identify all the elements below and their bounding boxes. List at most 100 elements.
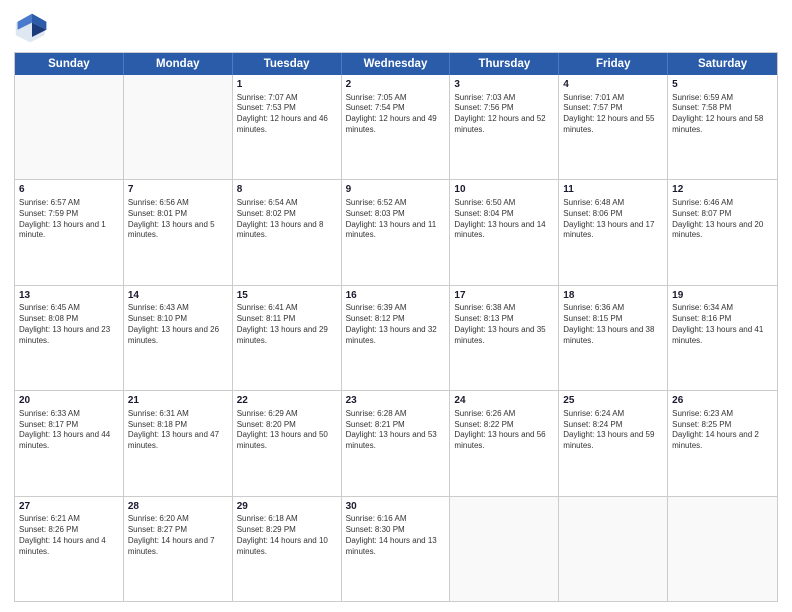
calendar-cell: 3Sunrise: 7:03 AM Sunset: 7:56 PM Daylig… [450,75,559,179]
calendar-cell [15,75,124,179]
calendar-cell: 5Sunrise: 6:59 AM Sunset: 7:58 PM Daylig… [668,75,777,179]
cal-header-sunday: Sunday [15,53,124,75]
cell-info: Sunrise: 6:38 AM Sunset: 8:13 PM Dayligh… [454,303,554,346]
day-number: 5 [672,78,773,92]
cell-info: Sunrise: 7:01 AM Sunset: 7:57 PM Dayligh… [563,93,663,136]
day-number: 3 [454,78,554,92]
day-number: 26 [672,394,773,408]
day-number: 21 [128,394,228,408]
cell-info: Sunrise: 6:48 AM Sunset: 8:06 PM Dayligh… [563,198,663,241]
calendar-cell: 21Sunrise: 6:31 AM Sunset: 8:18 PM Dayli… [124,391,233,495]
calendar-cell: 18Sunrise: 6:36 AM Sunset: 8:15 PM Dayli… [559,286,668,390]
cell-info: Sunrise: 6:45 AM Sunset: 8:08 PM Dayligh… [19,303,119,346]
day-number: 18 [563,289,663,303]
calendar-cell [450,497,559,601]
day-number: 16 [346,289,446,303]
calendar-cell: 14Sunrise: 6:43 AM Sunset: 8:10 PM Dayli… [124,286,233,390]
cell-info: Sunrise: 6:36 AM Sunset: 8:15 PM Dayligh… [563,303,663,346]
calendar-cell: 9Sunrise: 6:52 AM Sunset: 8:03 PM Daylig… [342,180,451,284]
cal-header-tuesday: Tuesday [233,53,342,75]
cell-info: Sunrise: 7:03 AM Sunset: 7:56 PM Dayligh… [454,93,554,136]
day-number: 29 [237,500,337,514]
day-number: 2 [346,78,446,92]
cell-info: Sunrise: 6:21 AM Sunset: 8:26 PM Dayligh… [19,514,119,557]
cell-info: Sunrise: 6:31 AM Sunset: 8:18 PM Dayligh… [128,409,228,452]
calendar-cell: 2Sunrise: 7:05 AM Sunset: 7:54 PM Daylig… [342,75,451,179]
cell-info: Sunrise: 6:50 AM Sunset: 8:04 PM Dayligh… [454,198,554,241]
cell-info: Sunrise: 6:18 AM Sunset: 8:29 PM Dayligh… [237,514,337,557]
day-number: 27 [19,500,119,514]
calendar-week-4: 20Sunrise: 6:33 AM Sunset: 8:17 PM Dayli… [15,391,777,496]
cal-header-friday: Friday [559,53,668,75]
calendar-cell [668,497,777,601]
day-number: 19 [672,289,773,303]
cell-info: Sunrise: 6:39 AM Sunset: 8:12 PM Dayligh… [346,303,446,346]
day-number: 25 [563,394,663,408]
day-number: 15 [237,289,337,303]
cell-info: Sunrise: 6:16 AM Sunset: 8:30 PM Dayligh… [346,514,446,557]
calendar-week-5: 27Sunrise: 6:21 AM Sunset: 8:26 PM Dayli… [15,497,777,601]
cell-info: Sunrise: 6:54 AM Sunset: 8:02 PM Dayligh… [237,198,337,241]
day-number: 24 [454,394,554,408]
calendar-week-2: 6Sunrise: 6:57 AM Sunset: 7:59 PM Daylig… [15,180,777,285]
cell-info: Sunrise: 6:43 AM Sunset: 8:10 PM Dayligh… [128,303,228,346]
cal-header-monday: Monday [124,53,233,75]
cell-info: Sunrise: 6:59 AM Sunset: 7:58 PM Dayligh… [672,93,773,136]
calendar-cell: 15Sunrise: 6:41 AM Sunset: 8:11 PM Dayli… [233,286,342,390]
cell-info: Sunrise: 6:56 AM Sunset: 8:01 PM Dayligh… [128,198,228,241]
calendar-cell: 11Sunrise: 6:48 AM Sunset: 8:06 PM Dayli… [559,180,668,284]
day-number: 23 [346,394,446,408]
day-number: 12 [672,183,773,197]
day-number: 28 [128,500,228,514]
cell-info: Sunrise: 6:26 AM Sunset: 8:22 PM Dayligh… [454,409,554,452]
calendar-week-3: 13Sunrise: 6:45 AM Sunset: 8:08 PM Dayli… [15,286,777,391]
cell-info: Sunrise: 6:52 AM Sunset: 8:03 PM Dayligh… [346,198,446,241]
cal-header-wednesday: Wednesday [342,53,451,75]
calendar-cell: 29Sunrise: 6:18 AM Sunset: 8:29 PM Dayli… [233,497,342,601]
cell-info: Sunrise: 6:20 AM Sunset: 8:27 PM Dayligh… [128,514,228,557]
calendar-cell: 24Sunrise: 6:26 AM Sunset: 8:22 PM Dayli… [450,391,559,495]
logo [14,10,54,46]
calendar-cell: 1Sunrise: 7:07 AM Sunset: 7:53 PM Daylig… [233,75,342,179]
cell-info: Sunrise: 6:29 AM Sunset: 8:20 PM Dayligh… [237,409,337,452]
calendar-cell: 20Sunrise: 6:33 AM Sunset: 8:17 PM Dayli… [15,391,124,495]
calendar-cell: 19Sunrise: 6:34 AM Sunset: 8:16 PM Dayli… [668,286,777,390]
cell-info: Sunrise: 6:33 AM Sunset: 8:17 PM Dayligh… [19,409,119,452]
calendar-cell: 23Sunrise: 6:28 AM Sunset: 8:21 PM Dayli… [342,391,451,495]
calendar-cell [559,497,668,601]
calendar-header-row: SundayMondayTuesdayWednesdayThursdayFrid… [15,53,777,75]
calendar-cell: 16Sunrise: 6:39 AM Sunset: 8:12 PM Dayli… [342,286,451,390]
cal-header-thursday: Thursday [450,53,559,75]
calendar-cell: 25Sunrise: 6:24 AM Sunset: 8:24 PM Dayli… [559,391,668,495]
calendar-cell: 30Sunrise: 6:16 AM Sunset: 8:30 PM Dayli… [342,497,451,601]
page: SundayMondayTuesdayWednesdayThursdayFrid… [0,0,792,612]
logo-icon [14,10,50,46]
calendar-cell: 7Sunrise: 6:56 AM Sunset: 8:01 PM Daylig… [124,180,233,284]
header [14,10,778,46]
cell-info: Sunrise: 6:23 AM Sunset: 8:25 PM Dayligh… [672,409,773,452]
calendar-cell: 4Sunrise: 7:01 AM Sunset: 7:57 PM Daylig… [559,75,668,179]
day-number: 11 [563,183,663,197]
day-number: 14 [128,289,228,303]
day-number: 10 [454,183,554,197]
day-number: 7 [128,183,228,197]
cell-info: Sunrise: 6:34 AM Sunset: 8:16 PM Dayligh… [672,303,773,346]
calendar-body: 1Sunrise: 7:07 AM Sunset: 7:53 PM Daylig… [15,75,777,601]
day-number: 13 [19,289,119,303]
calendar: SundayMondayTuesdayWednesdayThursdayFrid… [14,52,778,602]
day-number: 6 [19,183,119,197]
day-number: 30 [346,500,446,514]
day-number: 9 [346,183,446,197]
calendar-cell: 13Sunrise: 6:45 AM Sunset: 8:08 PM Dayli… [15,286,124,390]
day-number: 1 [237,78,337,92]
day-number: 4 [563,78,663,92]
calendar-cell: 27Sunrise: 6:21 AM Sunset: 8:26 PM Dayli… [15,497,124,601]
calendar-cell: 28Sunrise: 6:20 AM Sunset: 8:27 PM Dayli… [124,497,233,601]
day-number: 20 [19,394,119,408]
cell-info: Sunrise: 6:46 AM Sunset: 8:07 PM Dayligh… [672,198,773,241]
calendar-cell: 26Sunrise: 6:23 AM Sunset: 8:25 PM Dayli… [668,391,777,495]
calendar-cell: 17Sunrise: 6:38 AM Sunset: 8:13 PM Dayli… [450,286,559,390]
calendar-cell: 8Sunrise: 6:54 AM Sunset: 8:02 PM Daylig… [233,180,342,284]
calendar-week-1: 1Sunrise: 7:07 AM Sunset: 7:53 PM Daylig… [15,75,777,180]
calendar-cell: 12Sunrise: 6:46 AM Sunset: 8:07 PM Dayli… [668,180,777,284]
